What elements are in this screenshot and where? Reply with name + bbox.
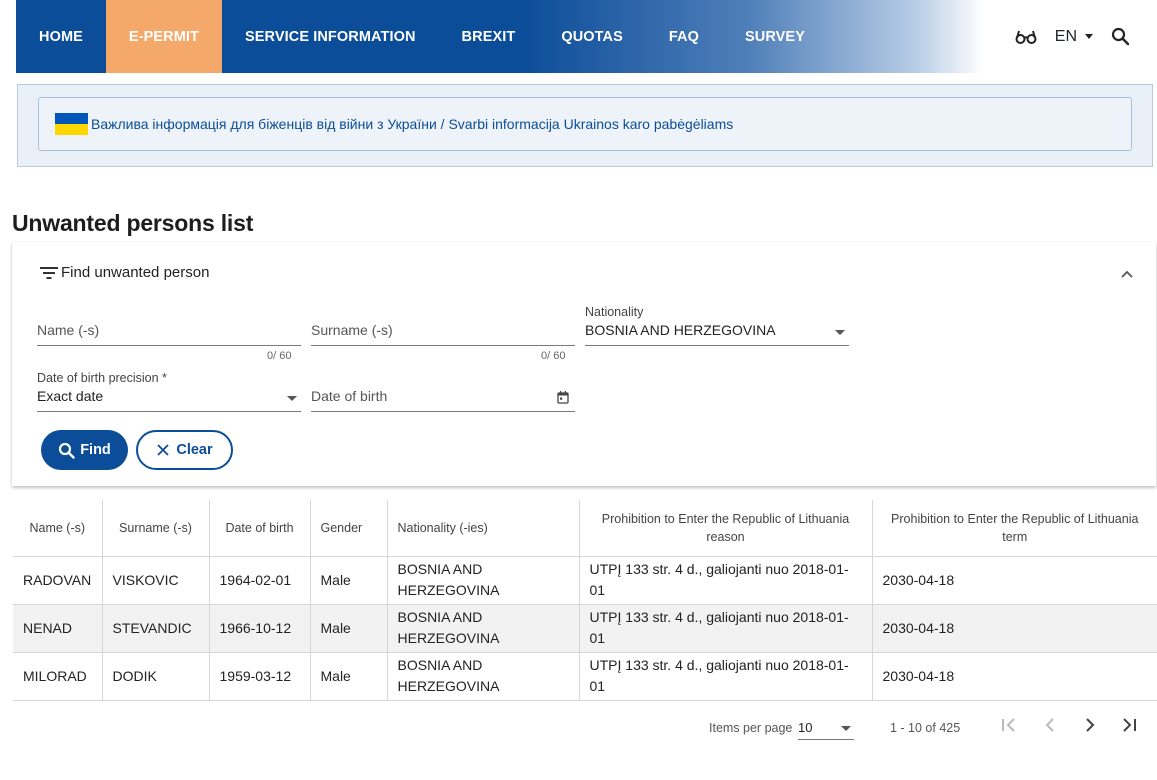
cell-date-of-birth: 1959-03-12 [209,652,311,701]
cell-date-of-birth: 1966-10-12 [209,604,311,653]
cell-surname: STEVANDIC [102,604,210,653]
cell-name: MILORAD [13,652,103,701]
ukraine-refugees-link[interactable]: Важлива інформація для біженців від війн… [91,116,733,132]
nav-faq[interactable]: FAQ [646,0,722,73]
date-of-birth-field[interactable]: Date of birth [311,388,575,412]
close-icon [156,443,170,457]
dob-precision-value: Exact date [37,388,104,404]
page-title: Unwanted persons list [12,210,254,236]
column-header-surname[interactable]: Surname (-s) [102,500,210,557]
dob-precision-label: Date of birth precision * [37,371,167,385]
column-header-prohibition-reason[interactable]: Prohibition to Enter the Republic of Lit… [579,500,873,557]
ukraine-flag-icon [55,113,88,135]
language-select[interactable]: EN [1055,28,1093,46]
search-icon [58,442,75,459]
cell-gender: Male [310,652,388,701]
table-row: MILORAD DODIK 1959-03-12 Male BOSNIA AND… [13,652,1157,701]
cell-gender: Male [310,556,388,605]
items-per-page-label: Items per page [709,721,793,735]
column-header-date-of-birth[interactable]: Date of birth [209,500,311,557]
cell-surname: DODIK [102,652,210,701]
cell-nationality: BOSNIA AND HERZEGOVINA [387,556,580,605]
nationality-value: BOSNIA AND HERZEGOVINA [585,322,776,338]
column-header-nationality[interactable]: Nationality (-ies) [387,500,580,557]
find-button[interactable]: Find [41,430,128,470]
page-range-label: 1 - 10 of 425 [890,721,961,735]
cell-name: RADOVAN [13,556,103,605]
clear-button-label: Clear [176,442,213,458]
nationality-select[interactable]: Nationality BOSNIA AND HERZEGOVINA [585,305,849,346]
cell-name: NENAD [13,604,103,653]
first-page-icon[interactable] [1000,716,1018,737]
cell-prohibition-reason: UTPĮ 133 str. 4 d., galiojanti nuo 2018-… [579,652,873,701]
cell-prohibition-reason: UTPĮ 133 str. 4 d., galiojanti nuo 2018-… [579,556,873,605]
calendar-icon[interactable] [557,391,569,404]
cell-prohibition-term: 2030-04-18 [872,652,1157,701]
cell-nationality: BOSNIA AND HERZEGOVINA [387,604,580,653]
nav-service-information[interactable]: SERVICE INFORMATION [222,0,439,73]
glasses-icon[interactable] [1015,29,1037,45]
info-banner: Важлива інформація для біженців від війн… [38,97,1132,151]
cell-gender: Male [310,604,388,653]
chevron-up-icon[interactable] [1120,266,1134,284]
dropdown-arrow-icon [835,330,845,335]
filter-panel-header[interactable]: Find unwanted person [39,264,209,281]
nav-e-permit[interactable]: E-PERMIT [105,0,222,73]
next-page-icon[interactable] [1081,716,1099,737]
last-page-icon[interactable] [1120,716,1138,737]
items-per-page-value: 10 [798,720,813,735]
items-per-page-select[interactable]: 10 [798,718,854,740]
surname-placeholder: Surname (-s) [311,322,393,338]
cell-surname: VISKOVIC [102,556,210,605]
previous-page-icon[interactable] [1041,716,1059,737]
nationality-label: Nationality [585,305,644,319]
surname-field[interactable]: Surname (-s) [311,322,575,346]
cell-prohibition-term: 2030-04-18 [872,556,1157,605]
dob-placeholder: Date of birth [311,388,388,404]
info-banner-container: Важлива інформація для біженців від війн… [17,84,1153,167]
cell-nationality: BOSNIA AND HERZEGOVINA [387,652,580,701]
table-row: NENAD STEVANDIC 1966-10-12 Male BOSNIA A… [13,604,1157,653]
find-button-label: Find [80,442,111,458]
caret-down-icon [1085,34,1093,39]
cell-prohibition-term: 2030-04-18 [872,604,1157,653]
name-placeholder: Name (-s) [37,322,100,338]
nav-brexit[interactable]: BREXIT [439,0,539,73]
nav-home[interactable]: HOME [16,0,106,73]
dropdown-arrow-icon [287,396,297,401]
dob-precision-select[interactable]: Date of birth precision * Exact date [37,371,301,412]
paginator: Items per page 10 1 - 10 of 425 [0,712,1157,744]
nav-quotas[interactable]: QUOTAS [538,0,646,73]
filter-panel: Find unwanted person Name (-s) 0/ 60 Sur… [12,242,1156,486]
nav-survey[interactable]: SURVEY [722,0,828,73]
clear-button[interactable]: Clear [136,430,233,470]
column-header-name[interactable]: Name (-s) [13,500,103,557]
table-row: RADOVAN VISKOVIC 1964-02-01 Male BOSNIA … [13,556,1157,605]
cell-date-of-birth: 1964-02-01 [209,556,311,605]
search-icon[interactable] [1111,27,1130,46]
filter-icon [39,266,59,280]
filter-panel-title: Find unwanted person [61,264,210,281]
surname-counter: 0/ 60 [541,350,566,362]
name-counter: 0/ 60 [267,350,292,362]
dropdown-arrow-icon [841,726,851,731]
table-header-row: Name (-s) Surname (-s) Date of birth Gen… [13,500,1157,557]
unwanted-persons-table: Name (-s) Surname (-s) Date of birth Gen… [13,500,1157,701]
cell-prohibition-reason: UTPĮ 133 str. 4 d., galiojanti nuo 2018-… [579,604,873,653]
name-field[interactable]: Name (-s) [37,322,301,346]
language-label: EN [1054,27,1077,45]
top-nav: HOME E-PERMIT SERVICE INFORMATION BREXIT… [16,0,1142,73]
column-header-prohibition-term[interactable]: Prohibition to Enter the Republic of Lit… [872,500,1157,557]
column-header-gender[interactable]: Gender [310,500,388,557]
